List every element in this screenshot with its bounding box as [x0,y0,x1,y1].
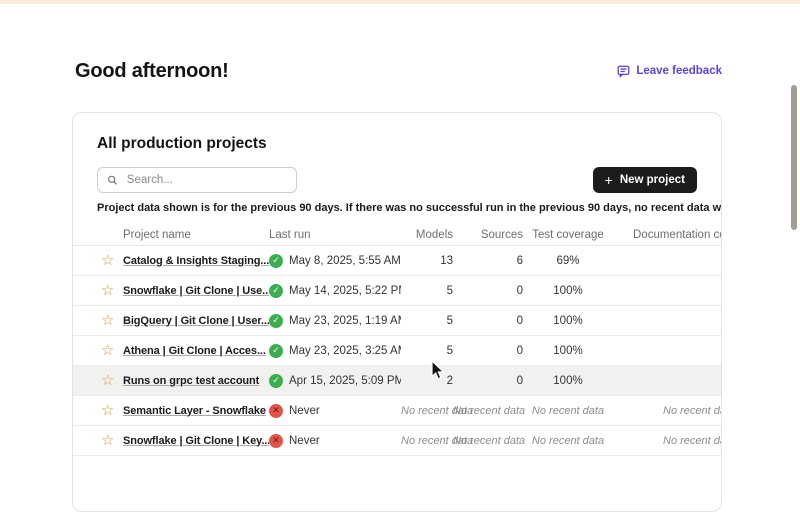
last-run-value: May 23, 2025, 1:19 AM BST [289,315,401,327]
doc-coverage-value: No recent data [613,435,722,447]
never-run-icon: ✕ [269,404,283,418]
favorite-star-icon[interactable]: ☆ [101,282,114,299]
run-success-icon: ✓ [269,284,283,298]
project-link[interactable]: BigQuery | Git Clone | User... [123,315,269,327]
new-project-button[interactable]: + New project [593,167,697,193]
top-accent-bar [0,0,800,4]
plus-icon: + [605,173,613,187]
sources-value: 0 [453,315,523,327]
test-coverage-value: 100% [523,315,613,327]
models-value: No recent data [401,435,453,447]
table-row[interactable]: ☆ Snowflake | Git Clone | Use... ✓ May 1… [73,276,722,306]
test-coverage-value: 100% [523,375,613,387]
leave-feedback-link[interactable]: Leave feedback [617,65,722,78]
table-row[interactable]: ☆ Semantic Layer - Snowflake ✕ Never No … [73,396,722,426]
column-header-last-run: Last run [269,229,401,241]
column-header-models: Models [401,229,453,241]
last-run-value: Never [289,405,320,417]
sources-value: 0 [453,375,523,387]
card-title: All production projects [97,135,697,153]
last-run-value: Apr 15, 2025, 5:09 PM BST [289,375,401,387]
favorite-star-icon[interactable]: ☆ [101,402,114,419]
models-value: 2 [401,375,453,387]
last-run-value: May 23, 2025, 3:25 AM BST [289,345,401,357]
table-row[interactable]: ☆ Athena | Git Clone | Acces... ✓ May 23… [73,336,722,366]
test-coverage-value: 100% [523,345,613,357]
sources-value: 0 [453,285,523,297]
table-row[interactable]: ☆ Catalog & Insights Staging... ✓ May 8,… [73,246,722,276]
run-success-icon: ✓ [269,314,283,328]
search-box[interactable] [97,167,297,193]
column-header-test-coverage: Test coverage [523,229,613,241]
last-run-value: Never [289,435,320,447]
feedback-bubble-icon [617,65,630,78]
project-link[interactable]: Runs on grpc test account [123,375,259,387]
favorite-star-icon[interactable]: ☆ [101,432,114,449]
project-link[interactable]: Catalog & Insights Staging... [123,255,269,267]
favorite-star-icon[interactable]: ☆ [101,342,114,359]
models-value: 5 [401,315,453,327]
models-value: 5 [401,285,453,297]
search-icon [107,174,118,186]
projects-card: All production projects + New project Pr… [72,112,722,512]
project-link[interactable]: Snowflake | Git Clone | Use... [123,285,269,297]
sources-value: No recent data [453,405,523,417]
run-success-icon: ✓ [269,344,283,358]
favorite-star-icon[interactable]: ☆ [101,252,114,269]
never-run-icon: ✕ [269,434,283,448]
test-coverage-value: No recent data [523,405,613,417]
last-run-value: May 8, 2025, 5:55 AM BST [289,255,401,267]
models-value: 5 [401,345,453,357]
project-link[interactable]: Snowflake | Git Clone | Key... [123,435,269,447]
sources-value: 0 [453,345,523,357]
favorite-star-icon[interactable]: ☆ [101,312,114,329]
favorite-star-icon[interactable]: ☆ [101,372,114,389]
run-success-icon: ✓ [269,254,283,268]
table-row[interactable]: ☆ Snowflake | Git Clone | Key... ✕ Never… [73,426,722,456]
project-link[interactable]: Athena | Git Clone | Acces... [123,345,266,357]
search-input[interactable] [125,173,287,187]
project-link[interactable]: Semantic Layer - Snowflake [123,405,266,417]
models-value: 13 [401,255,453,267]
sources-value: 6 [453,255,523,267]
column-header-sources: Sources [453,229,523,241]
last-run-value: May 14, 2025, 5:22 PM BST [289,285,401,297]
scrollbar-thumb[interactable] [791,85,797,230]
page-title: Good afternoon! [75,60,229,83]
table-row[interactable]: ☆ BigQuery | Git Clone | User... ✓ May 2… [73,306,722,336]
models-value: No recent data [401,405,453,417]
test-coverage-value: No recent data [523,435,613,447]
page-header: Good afternoon! Leave feedback [72,56,722,86]
new-project-label: New project [620,174,685,186]
table-row-hovered[interactable]: ☆ Runs on grpc test account ✓ Apr 15, 20… [73,366,722,396]
dashboard-page: Good afternoon! Leave feedback All produ… [72,56,722,512]
column-header-doc-coverage: Documentation coverage [613,229,722,241]
column-header-project-name: Project name [123,229,269,241]
test-coverage-value: 69% [523,255,613,267]
table-header-row: Project name Last run Models Sources Tes… [73,224,722,246]
doc-coverage-value: No recent data [613,405,722,417]
test-coverage-value: 100% [523,285,613,297]
projects-table: Project name Last run Models Sources Tes… [73,224,722,456]
run-success-icon: ✓ [269,374,283,388]
leave-feedback-label: Leave feedback [636,65,722,77]
toolbar: + New project [97,167,697,193]
disclaimer-text: Project data shown is for the previous 9… [97,202,697,214]
sources-value: No recent data [453,435,523,447]
